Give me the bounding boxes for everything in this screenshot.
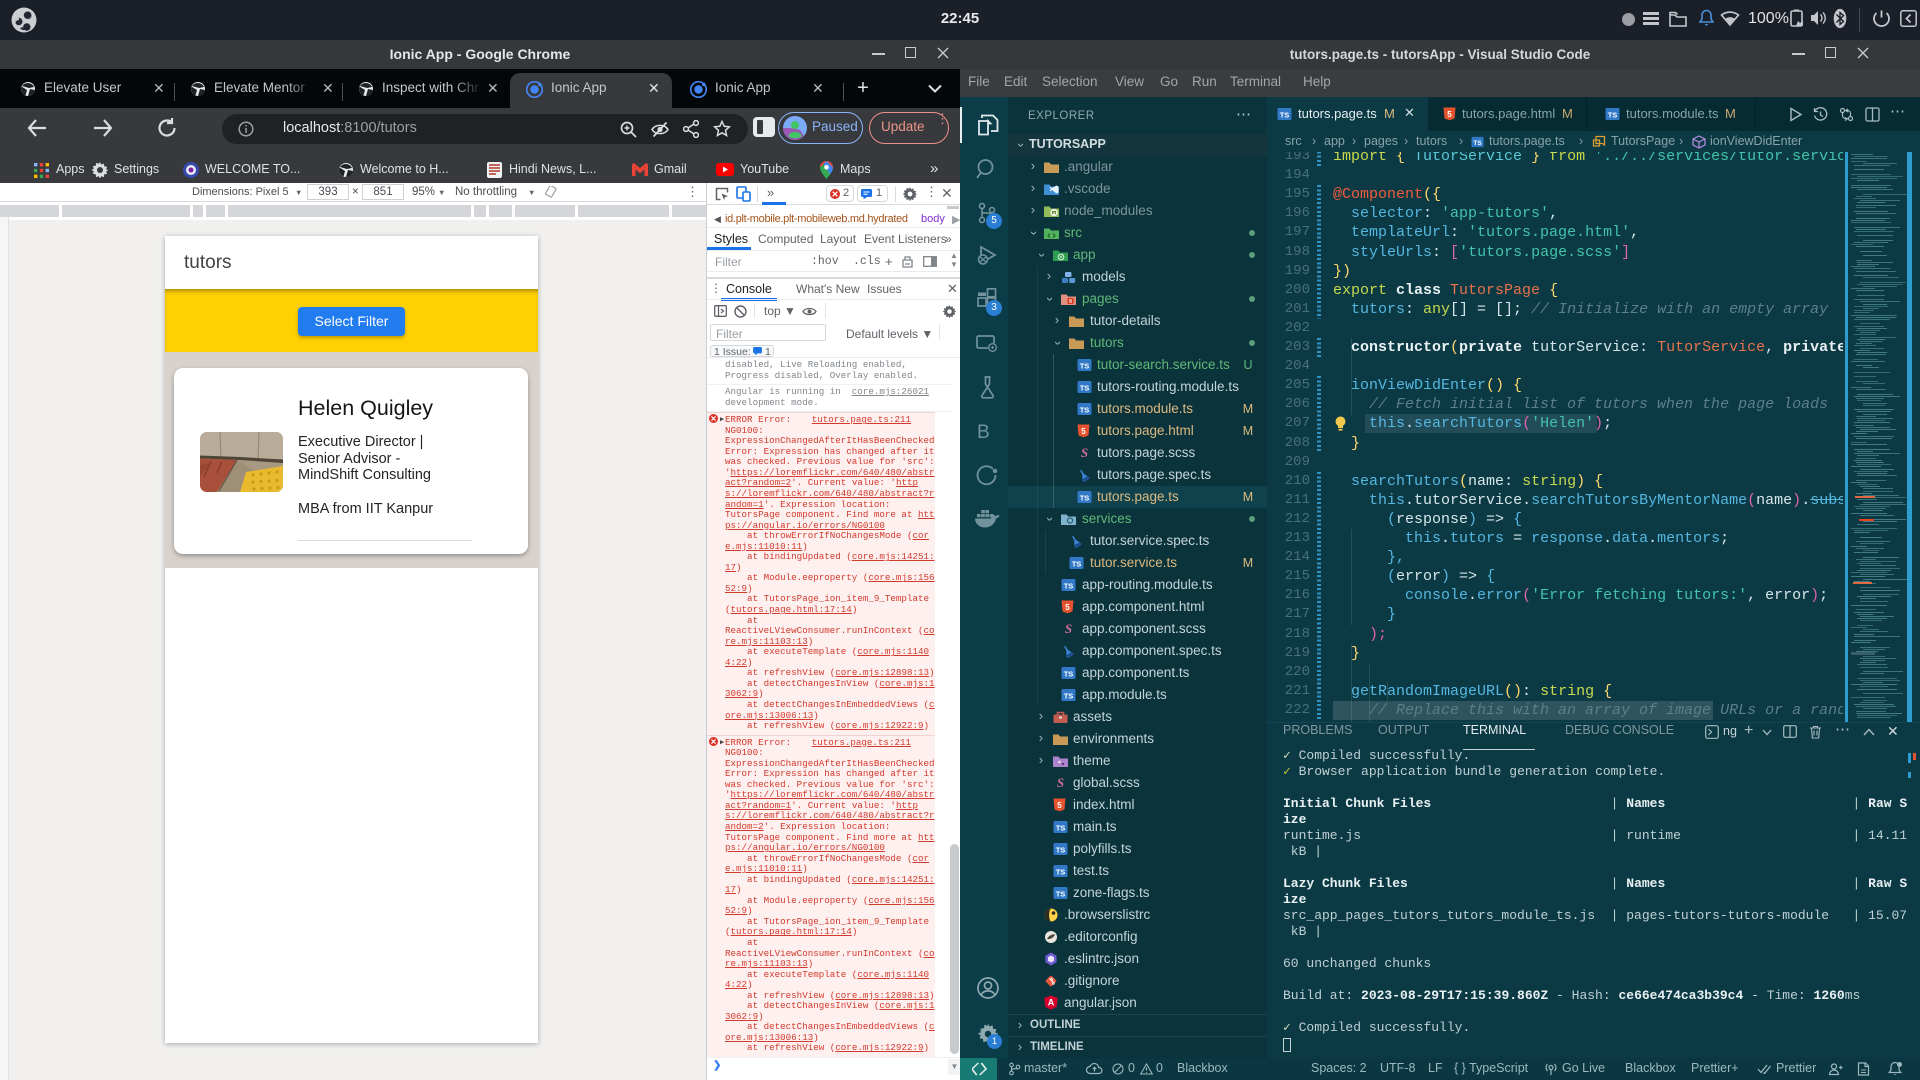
svg-text:TS: TS — [1080, 362, 1090, 371]
svg-text:5: 5 — [1065, 603, 1070, 612]
svg-text:TS: TS — [1064, 670, 1074, 679]
svg-text:5: 5 — [1447, 110, 1452, 119]
svg-text:S: S — [1065, 621, 1072, 636]
svg-text:TS: TS — [1064, 582, 1074, 591]
svg-text:S: S — [1057, 775, 1064, 790]
svg-text:TS: TS — [1473, 140, 1482, 147]
svg-text:TS: TS — [1056, 868, 1066, 877]
svg-text:5: 5 — [1081, 427, 1086, 436]
svg-text:TS: TS — [1056, 824, 1066, 833]
svg-text:TS: TS — [1080, 384, 1090, 393]
svg-text:TS: TS — [1080, 406, 1090, 415]
svg-text:TS: TS — [1080, 494, 1090, 503]
svg-text:A: A — [1048, 998, 1055, 1008]
svg-text:TS: TS — [1056, 890, 1066, 899]
svg-text:TS: TS — [1056, 846, 1066, 855]
svg-text:5: 5 — [1057, 801, 1062, 810]
svg-text:TS: TS — [1064, 692, 1074, 701]
svg-text:TS: TS — [1072, 560, 1082, 569]
svg-text:S: S — [1081, 445, 1088, 460]
svg-text:TS: TS — [1280, 111, 1290, 120]
